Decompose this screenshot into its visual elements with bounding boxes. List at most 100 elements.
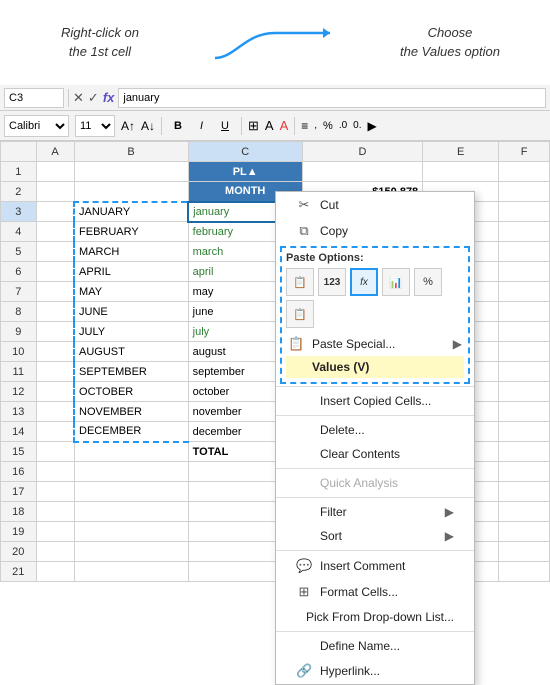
col-header-d[interactable]: D <box>302 142 422 162</box>
row-header-3[interactable]: 3 <box>1 202 37 222</box>
row-header-1[interactable]: 1 <box>1 162 37 182</box>
col-header-e[interactable]: E <box>423 142 499 162</box>
menu-item-sort[interactable]: Sort ▶ <box>276 524 474 548</box>
row-header-5[interactable]: 5 <box>1 242 37 262</box>
cell-f14[interactable] <box>499 422 550 442</box>
cell-b21[interactable] <box>74 562 188 582</box>
cell-a18[interactable] <box>36 502 74 522</box>
cell-a9[interactable] <box>36 322 74 342</box>
cell-a15[interactable] <box>36 442 74 462</box>
row-header-8[interactable]: 8 <box>1 302 37 322</box>
cell-a4[interactable] <box>36 222 74 242</box>
cell-f3[interactable] <box>499 202 550 222</box>
cell-f13[interactable] <box>499 402 550 422</box>
fill-color-icon[interactable]: A <box>265 118 274 133</box>
paste-icon-1[interactable]: 📋 <box>286 268 314 296</box>
col-header-a[interactable]: A <box>36 142 74 162</box>
cell-b1[interactable] <box>74 162 188 182</box>
cell-f10[interactable] <box>499 342 550 362</box>
fx-icon[interactable]: fx <box>103 90 115 105</box>
row-header-14[interactable]: 14 <box>1 422 37 442</box>
cell-a7[interactable] <box>36 282 74 302</box>
formula-input[interactable] <box>118 88 546 108</box>
paste-icon-5[interactable]: % <box>414 268 442 296</box>
cell-a16[interactable] <box>36 462 74 482</box>
menu-item-copy[interactable]: ⧉ Copy <box>276 218 474 244</box>
row-header-17[interactable]: 17 <box>1 482 37 502</box>
row-header-7[interactable]: 7 <box>1 282 37 302</box>
font-selector[interactable]: Calibri <box>4 115 69 137</box>
col-header-b[interactable]: B <box>74 142 188 162</box>
cell-f9[interactable] <box>499 322 550 342</box>
cell-f21[interactable] <box>499 562 550 582</box>
cell-a20[interactable] <box>36 542 74 562</box>
cell-b11[interactable]: SEPTEMBER <box>74 362 188 382</box>
cell-a2[interactable] <box>36 182 74 202</box>
cell-f1[interactable] <box>499 162 550 182</box>
cell-f7[interactable] <box>499 282 550 302</box>
cell-reference-box[interactable] <box>4 88 64 108</box>
paste-icon-3[interactable]: fx <box>350 268 378 296</box>
cell-b15[interactable] <box>74 442 188 462</box>
confirm-icon[interactable]: ✓ <box>88 90 99 106</box>
cell-e1[interactable] <box>423 162 499 182</box>
cancel-icon[interactable]: ✕ <box>73 90 84 106</box>
cell-d1[interactable] <box>302 162 422 182</box>
row-header-12[interactable]: 12 <box>1 382 37 402</box>
row-header-6[interactable]: 6 <box>1 262 37 282</box>
increase-font-icon[interactable]: A↑ <box>121 119 135 133</box>
cell-c1[interactable]: PL▲ <box>188 162 302 182</box>
comma-style-icon[interactable]: , <box>314 120 317 131</box>
cell-a5[interactable] <box>36 242 74 262</box>
cell-b5[interactable]: MARCH <box>74 242 188 262</box>
cell-f20[interactable] <box>499 542 550 562</box>
menu-item-pick-dropdown[interactable]: Pick From Drop-down List... <box>276 605 474 629</box>
cell-f16[interactable] <box>499 462 550 482</box>
row-header-10[interactable]: 10 <box>1 342 37 362</box>
italic-button[interactable]: I <box>194 115 209 137</box>
cell-a10[interactable] <box>36 342 74 362</box>
cell-a11[interactable] <box>36 362 74 382</box>
cell-b18[interactable] <box>74 502 188 522</box>
cell-f5[interactable] <box>499 242 550 262</box>
cell-b20[interactable] <box>74 542 188 562</box>
row-header-9[interactable]: 9 <box>1 322 37 342</box>
cell-a3[interactable] <box>36 202 74 222</box>
menu-item-delete[interactable]: Delete... <box>276 418 474 442</box>
cell-b7[interactable]: MAY <box>74 282 188 302</box>
cell-a1[interactable] <box>36 162 74 182</box>
row-header-15[interactable]: 15 <box>1 442 37 462</box>
cell-a8[interactable] <box>36 302 74 322</box>
cell-f11[interactable] <box>499 362 550 382</box>
font-color-icon[interactable]: A <box>280 118 289 133</box>
cell-b4[interactable]: FEBRUARY <box>74 222 188 242</box>
menu-item-hyperlink[interactable]: 🔗 Hyperlink... <box>276 658 474 684</box>
col-header-f[interactable]: F <box>499 142 550 162</box>
row-header-20[interactable]: 20 <box>1 542 37 562</box>
cell-b6[interactable]: APRIL <box>74 262 188 282</box>
menu-item-cut[interactable]: ✂ Cut <box>276 192 474 218</box>
cell-f19[interactable] <box>499 522 550 542</box>
align-left-icon[interactable]: ≡ <box>301 119 308 133</box>
cell-b17[interactable] <box>74 482 188 502</box>
cell-b14[interactable]: DECEMBER <box>74 422 188 442</box>
decrease-decimal-icon[interactable]: .0 <box>339 120 347 131</box>
cell-a6[interactable] <box>36 262 74 282</box>
paste-icon-2[interactable]: 123 <box>318 268 346 296</box>
row-header-18[interactable]: 18 <box>1 502 37 522</box>
menu-item-insert-comment[interactable]: 💬 Insert Comment <box>276 553 474 579</box>
menu-item-insert-copied[interactable]: Insert Copied Cells... <box>276 389 474 413</box>
menu-item-values[interactable]: Values (V) <box>286 356 464 378</box>
cell-a21[interactable] <box>36 562 74 582</box>
bold-button[interactable]: B <box>168 115 188 137</box>
more-icon[interactable]: ▶ <box>368 119 377 133</box>
cell-f18[interactable] <box>499 502 550 522</box>
cell-b19[interactable] <box>74 522 188 542</box>
cell-b8[interactable]: JUNE <box>74 302 188 322</box>
font-size-selector[interactable]: 11 <box>75 115 115 137</box>
borders-icon[interactable]: ⊞ <box>248 118 259 134</box>
menu-item-format-cells[interactable]: ⊞ Format Cells... <box>276 579 474 605</box>
menu-item-filter[interactable]: Filter ▶ <box>276 500 474 524</box>
increase-decimal-icon[interactable]: 0. <box>353 120 361 131</box>
row-header-4[interactable]: 4 <box>1 222 37 242</box>
